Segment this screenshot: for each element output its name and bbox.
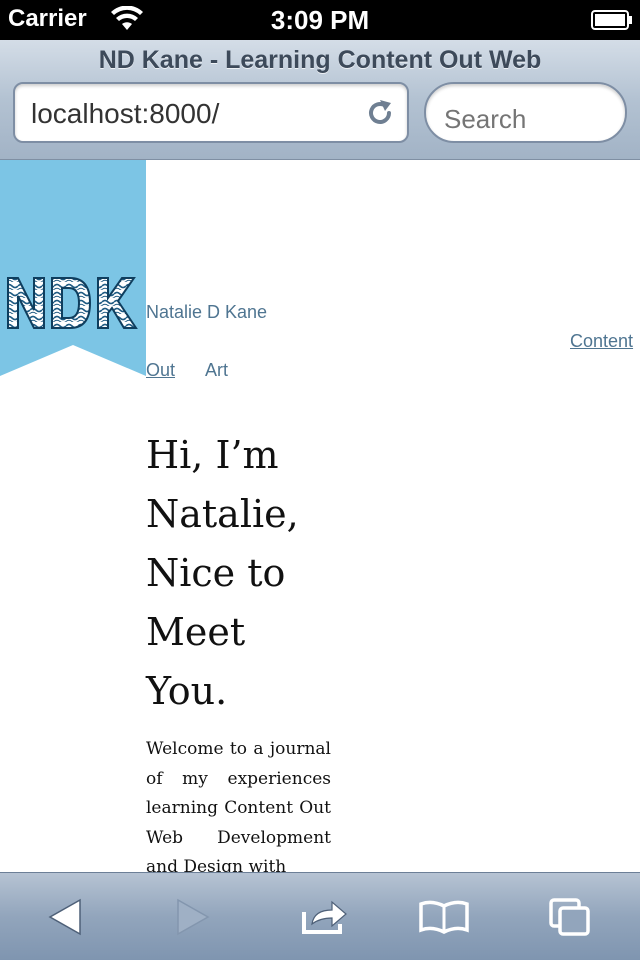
web-content: Natalie D Kane Content Out Art Hi, I’m N… <box>0 160 640 872</box>
nav-link-content[interactable]: Content <box>570 331 633 352</box>
hero-line: Meet <box>146 610 246 654</box>
hero-line: Natalie, <box>146 492 299 536</box>
forward-icon <box>177 898 210 936</box>
share-button[interactable] <box>270 873 380 960</box>
battery-icon <box>591 10 633 30</box>
bookmarks-button[interactable] <box>389 873 499 960</box>
hero-line: You. <box>146 669 228 713</box>
pages-icon <box>549 898 590 936</box>
nav-link-out[interactable]: Out <box>146 360 175 381</box>
browser-header: ND Kane - Learning Content Out Web local… <box>0 40 640 160</box>
banner-ribbon <box>0 160 146 376</box>
clock: 3:09 PM <box>270 5 370 35</box>
hero-heading: Hi, I’m Natalie, Nice to Meet You. <box>146 426 326 721</box>
back-button[interactable] <box>10 873 120 960</box>
share-icon <box>302 900 347 934</box>
page-title: ND Kane - Learning Content Out Web <box>98 46 542 74</box>
url-text: localhost:8000/ <box>31 98 220 129</box>
search-input[interactable] <box>424 82 627 143</box>
intro-paragraph: Welcome to a journal of my experiences l… <box>146 739 331 872</box>
forward-button[interactable] <box>138 873 248 960</box>
hero-line: Hi, I’m <box>146 433 279 477</box>
reload-icon[interactable] <box>365 98 395 128</box>
bookmarks-icon <box>419 900 469 934</box>
ndk-logo[interactable] <box>6 274 138 332</box>
browser-toolbar <box>0 872 640 960</box>
nav-link-art[interactable]: Art <box>205 360 228 381</box>
back-icon <box>48 898 81 936</box>
status-bar: Carrier 3:09 PM <box>0 0 640 40</box>
pages-button[interactable] <box>515 873 625 960</box>
url-field[interactable]: localhost:8000/ <box>13 82 409 143</box>
hero-line: Nice to <box>146 551 286 595</box>
site-name-link[interactable]: Natalie D Kane <box>146 302 267 323</box>
